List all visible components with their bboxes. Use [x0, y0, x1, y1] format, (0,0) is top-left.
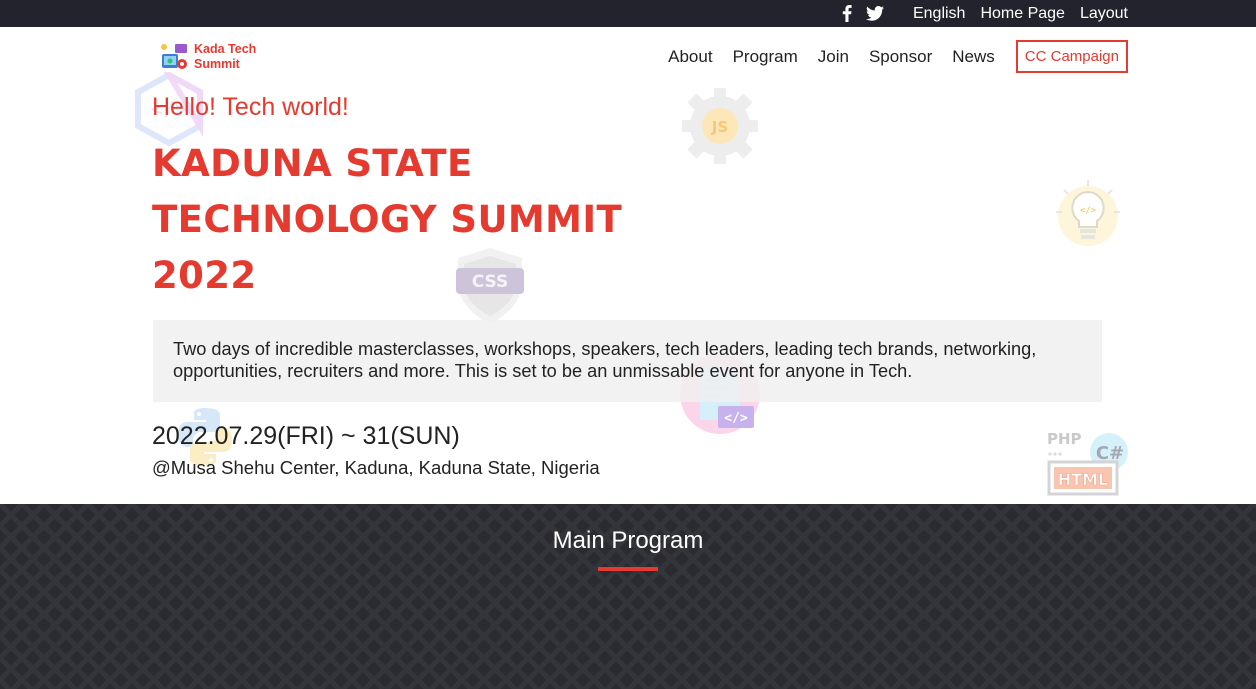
main-program-section: Main Program	[0, 504, 1256, 689]
logo-mark-icon	[160, 42, 190, 72]
logo-text-line1: Kada Tech	[194, 42, 257, 56]
hero-description: Two days of incredible masterclasses, wo…	[153, 320, 1102, 402]
logo-text: Kada Tech Summit	[194, 42, 274, 72]
top-bar: English Home Page Layout	[0, 0, 1256, 27]
logo-text-line2: Summit	[194, 57, 240, 71]
event-venue: @Musa Shehu Center, Kaduna, Kaduna State…	[152, 457, 600, 478]
hero-title: KADUNA STATE TECHNOLOGY SUMMIT 2022	[152, 136, 712, 304]
hero-title-line2: TECHNOLOGY SUMMIT	[152, 198, 623, 241]
nav-sponsor[interactable]: Sponsor	[869, 47, 932, 67]
lightbulb-code-icon: </>	[1056, 180, 1120, 246]
hero-title-line3: 2022	[152, 254, 257, 297]
twitter-icon[interactable]	[865, 6, 884, 21]
cc-campaign-button[interactable]: CC Campaign	[1015, 40, 1128, 73]
nav-news[interactable]: News	[952, 47, 995, 67]
svg-text:</>: </>	[724, 411, 748, 426]
layout-link[interactable]: Layout	[1080, 5, 1128, 23]
section-title: Main Program	[552, 527, 704, 554]
facebook-icon[interactable]	[842, 5, 852, 22]
js-label: JS	[711, 118, 728, 136]
site-logo[interactable]: Kada Tech Summit	[160, 42, 274, 72]
section-title-underline	[598, 567, 658, 571]
php-label: PHP	[1047, 430, 1082, 448]
hero-title-line1: KADUNA STATE	[152, 142, 473, 185]
event-date: 2022.07.29(FRI) ~ 31(SUN)	[152, 422, 460, 450]
nav-about[interactable]: About	[668, 47, 712, 67]
hero-greeting: Hello! Tech world!	[152, 93, 349, 121]
nav-program[interactable]: Program	[733, 47, 798, 67]
main-nav: About Program Join Sponsor News CC Campa…	[648, 40, 1128, 73]
php-csharp-html-icon: PHP C# HTML	[1047, 430, 1128, 496]
home-page-link[interactable]: Home Page	[980, 5, 1065, 23]
html-label: HTML	[1058, 470, 1108, 489]
top-bar-links: English Home Page Layout	[842, 0, 1128, 27]
lang-english-link[interactable]: English	[913, 5, 965, 23]
nav-join[interactable]: Join	[818, 47, 849, 67]
svg-text:</>: </>	[1080, 206, 1097, 216]
